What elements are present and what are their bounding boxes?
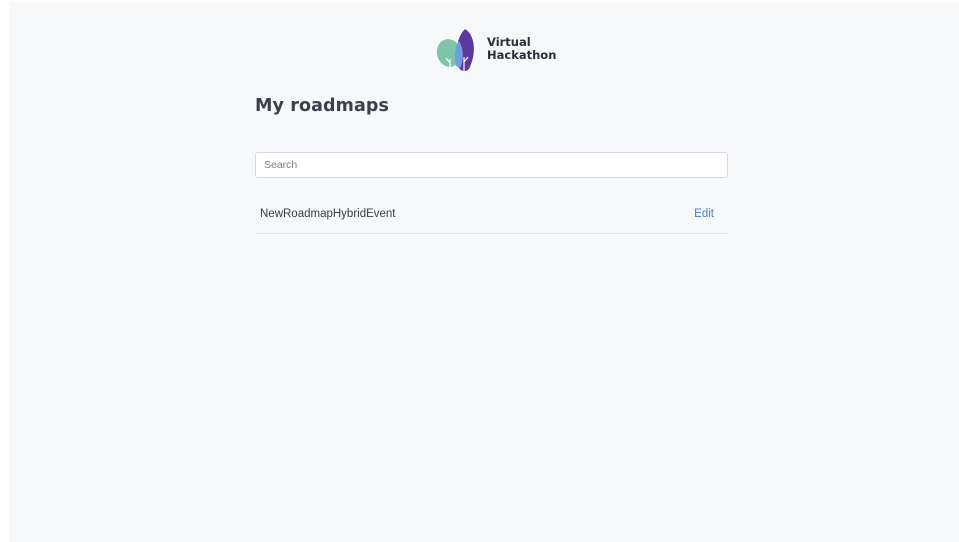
brand-name: Virtual Hackathon — [487, 36, 556, 62]
search-input[interactable] — [255, 152, 728, 178]
page-title: My roadmaps — [255, 96, 389, 116]
brand-logo[interactable]: Virtual Hackathon — [431, 27, 571, 75]
page-container: Virtual Hackathon My roadmaps NewRoadmap… — [9, 3, 959, 542]
brand-name-line2: Hackathon — [487, 48, 557, 62]
roadmap-name: NewRoadmapHybridEvent — [260, 208, 396, 220]
edit-roadmap-link[interactable]: Edit — [694, 208, 714, 220]
roadmap-list-item: NewRoadmapHybridEvent Edit — [255, 198, 728, 234]
tree-leaves-icon — [436, 29, 474, 72]
